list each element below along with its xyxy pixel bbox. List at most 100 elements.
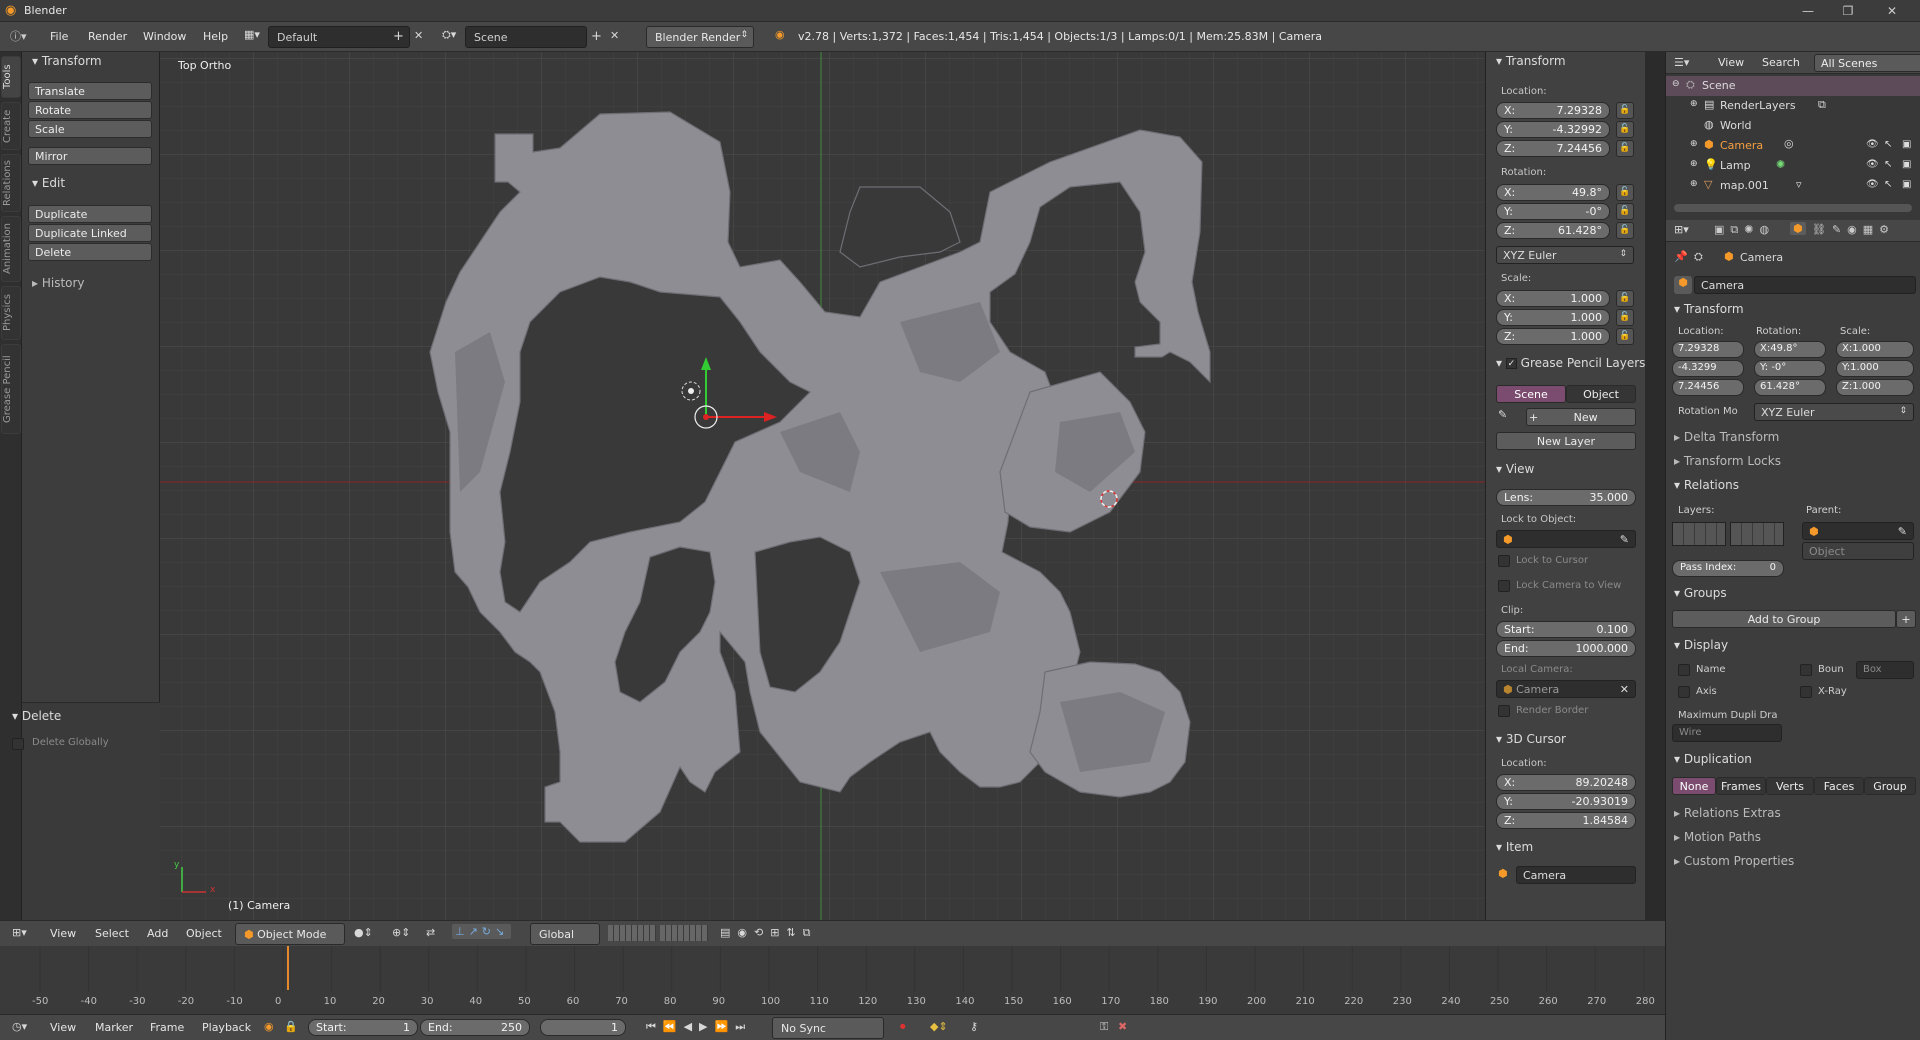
tab-relations[interactable]: Relations <box>1 154 21 212</box>
rotation-x-field[interactable]: X: 49.8° <box>1496 184 1610 201</box>
props-rotation-mode-dropdown[interactable]: XYZ Euler ⇕ <box>1754 403 1914 421</box>
sync-dropdown[interactable]: No Sync <box>772 1017 884 1039</box>
add-screen-icon[interactable]: + <box>393 29 404 44</box>
editor-type-icon[interactable]: ◷▾ <box>12 1020 27 1033</box>
orientation-dropdown[interactable]: Global <box>530 923 600 945</box>
visibility-eye-icon[interactable]: 👁 <box>1866 179 1879 190</box>
cursor-z-field[interactable]: Z: 1.84584 <box>1496 812 1636 829</box>
outliner-view-menu[interactable]: View <box>1718 56 1744 69</box>
gp-new-layer-button[interactable]: New Layer <box>1496 432 1636 450</box>
mirror-button[interactable]: Mirror <box>28 147 152 165</box>
timeline-view-menu[interactable]: View <box>50 1021 76 1034</box>
gp-object-tab[interactable]: Object <box>1566 385 1636 403</box>
props-scale-x[interactable]: X:1.000 <box>1836 341 1914 358</box>
motion-paths-header[interactable]: ▸ Motion Paths <box>1674 830 1761 844</box>
display-name-checkbox[interactable] <box>1678 664 1690 676</box>
menu-window[interactable]: Window <box>143 30 186 43</box>
layers-grid-b[interactable] <box>1730 522 1784 546</box>
cursor-x-field[interactable]: X: 89.20248 <box>1496 774 1636 791</box>
tab-tools[interactable]: Tools <box>1 56 21 98</box>
location-z-field[interactable]: Z: 7.24456 <box>1496 140 1610 157</box>
lock-icon[interactable]: 🔓 <box>1616 222 1634 239</box>
clip-start-field[interactable]: Start: 0.100 <box>1496 621 1636 638</box>
shading-solid-icon[interactable]: ●⇕ <box>354 926 373 939</box>
grease-pencil-header[interactable]: ▾ ✓ Grease Pencil Layers <box>1496 356 1645 370</box>
outliner-search-menu[interactable]: Search <box>1762 56 1800 69</box>
scale-z-field[interactable]: Z: 1.000 <box>1496 328 1610 345</box>
dup-frames-tab[interactable]: Frames <box>1716 777 1766 795</box>
item-panel-header[interactable]: ▾ Item <box>1496 840 1533 854</box>
expand-icon[interactable]: ⊕ <box>1690 179 1698 189</box>
editor-type-icon[interactable]: ⊞▾ <box>12 926 27 939</box>
props-rotation-y[interactable]: Y: -0° <box>1754 360 1826 377</box>
tab-grease-pencil[interactable]: Grease Pencil <box>1 344 21 434</box>
render-camera-icon[interactable]: ▣ <box>1902 179 1911 190</box>
transform-locks-header[interactable]: ▸ Transform Locks <box>1674 454 1781 468</box>
cursor-y-field[interactable]: Y: -20.93019 <box>1496 793 1636 810</box>
duplicate-button[interactable]: Duplicate <box>28 205 152 223</box>
eyedropper-icon[interactable]: ✎ <box>1620 533 1629 546</box>
playback-controls-icons[interactable]: ⏮⏪◀▶⏩⏭ <box>646 1020 752 1034</box>
rotation-y-field[interactable]: Y: -0° <box>1496 203 1610 220</box>
select-arrow-icon[interactable]: ↖ <box>1884 159 1892 170</box>
rotation-mode-dropdown[interactable]: XYZ Euler ⇕ <box>1496 246 1634 264</box>
render-border-checkbox[interactable] <box>1498 705 1510 717</box>
lock-icon[interactable]: 🔓 <box>1616 140 1634 157</box>
add-group-plus-icon[interactable]: + <box>1896 610 1916 628</box>
scale-button[interactable]: Scale <box>28 120 152 138</box>
groups-header[interactable]: ▾ Groups <box>1674 586 1727 600</box>
menu-help[interactable]: Help <box>203 30 228 43</box>
outliner-row-map[interactable]: ⊕ ▽ map.001 ▿ 👁 ↖ ▣ <box>1666 176 1920 196</box>
render-camera-icon[interactable]: ▣ <box>1902 159 1911 170</box>
display-header[interactable]: ▾ Display <box>1674 638 1728 652</box>
relations-header[interactable]: ▾ Relations <box>1674 478 1739 492</box>
expand-icon[interactable]: ⊖ <box>1672 79 1680 89</box>
screen-layout-icon[interactable]: ▦▾ <box>244 28 260 41</box>
dup-group-tab[interactable]: Group <box>1864 777 1916 795</box>
operator-header[interactable]: ▾ Delete <box>12 709 61 723</box>
remove-screen-icon[interactable]: ✕ <box>414 29 423 42</box>
lock-icon[interactable]: 🔓 <box>1616 309 1634 326</box>
lock-camera-checkbox[interactable] <box>1498 580 1510 592</box>
lock-icon[interactable]: 🔓 <box>1616 290 1634 307</box>
location-y-field[interactable]: Y: -4.32992 <box>1496 121 1610 138</box>
scale-x-field[interactable]: X: 1.000 <box>1496 290 1610 307</box>
bounds-type-dropdown[interactable]: Box <box>1856 661 1914 679</box>
object-name-field[interactable]: Camera <box>1694 276 1916 294</box>
mode-dropdown[interactable]: ⬢ Object Mode <box>235 923 345 945</box>
select-arrow-icon[interactable]: ↖ <box>1884 179 1892 190</box>
screen-layout-field[interactable]: Default <box>268 26 410 48</box>
props-transform-header[interactable]: ▾ Transform <box>1674 302 1744 316</box>
dup-faces-tab[interactable]: Faces <box>1814 777 1864 795</box>
outliner-filter-dropdown[interactable]: All Scenes <box>1814 54 1920 72</box>
layer-buttons-b[interactable] <box>660 925 708 941</box>
expand-icon[interactable]: ⊕ <box>1690 139 1698 149</box>
object-tab-icon[interactable]: ⬢ <box>1790 222 1806 235</box>
keyset-icon[interactable]: ⚷ <box>970 1020 978 1033</box>
timeline-frame-menu[interactable]: Frame <box>150 1021 184 1034</box>
3d-viewport[interactable]: Top Ortho y x (1) Camera <box>160 52 1485 920</box>
relations-extras-header[interactable]: ▸ Relations Extras <box>1674 806 1781 820</box>
parent-type-dropdown[interactable]: Object <box>1802 542 1914 560</box>
outliner-editor-icon[interactable]: ☰▾ <box>1674 56 1689 69</box>
local-camera-field[interactable]: ⬢ Camera ✕ <box>1496 680 1636 698</box>
dup-verts-tab[interactable]: Verts <box>1766 777 1814 795</box>
outliner-row-scene[interactable]: ⊖ ⛭ Scene <box>1666 76 1920 96</box>
props-location-z[interactable]: 7.24456 <box>1672 379 1744 396</box>
lock-icon[interactable]: 🔓 <box>1616 121 1634 138</box>
expand-icon[interactable]: ⊕ <box>1690 159 1698 169</box>
outliner-row-camera[interactable]: ⊕ ⬢ Camera ◎ 👁 ↖ ▣ <box>1666 136 1920 156</box>
panel-history-header[interactable]: ▸ History <box>32 276 85 290</box>
view-panel-header[interactable]: ▾ View <box>1496 462 1534 476</box>
start-frame-field[interactable]: Start: 1 <box>308 1019 418 1036</box>
end-frame-field[interactable]: End: 250 <box>420 1019 530 1036</box>
menu-file[interactable]: File <box>50 30 68 43</box>
outliner-row-lamp[interactable]: ⊕ 💡 Lamp ✺ 👁 ↖ ▣ <box>1666 156 1920 176</box>
props-scale-y[interactable]: Y:1.000 <box>1836 360 1914 377</box>
clip-end-field[interactable]: End: 1000.000 <box>1496 640 1636 657</box>
lens-field[interactable]: Lens: 35.000 <box>1496 489 1636 506</box>
lock-range-icon[interactable]: 🔒 <box>284 1020 298 1033</box>
item-name-field[interactable]: Camera <box>1516 866 1636 884</box>
tab-physics[interactable]: Physics <box>1 286 21 340</box>
panel-edit-header[interactable]: ▾ Edit <box>32 176 65 190</box>
